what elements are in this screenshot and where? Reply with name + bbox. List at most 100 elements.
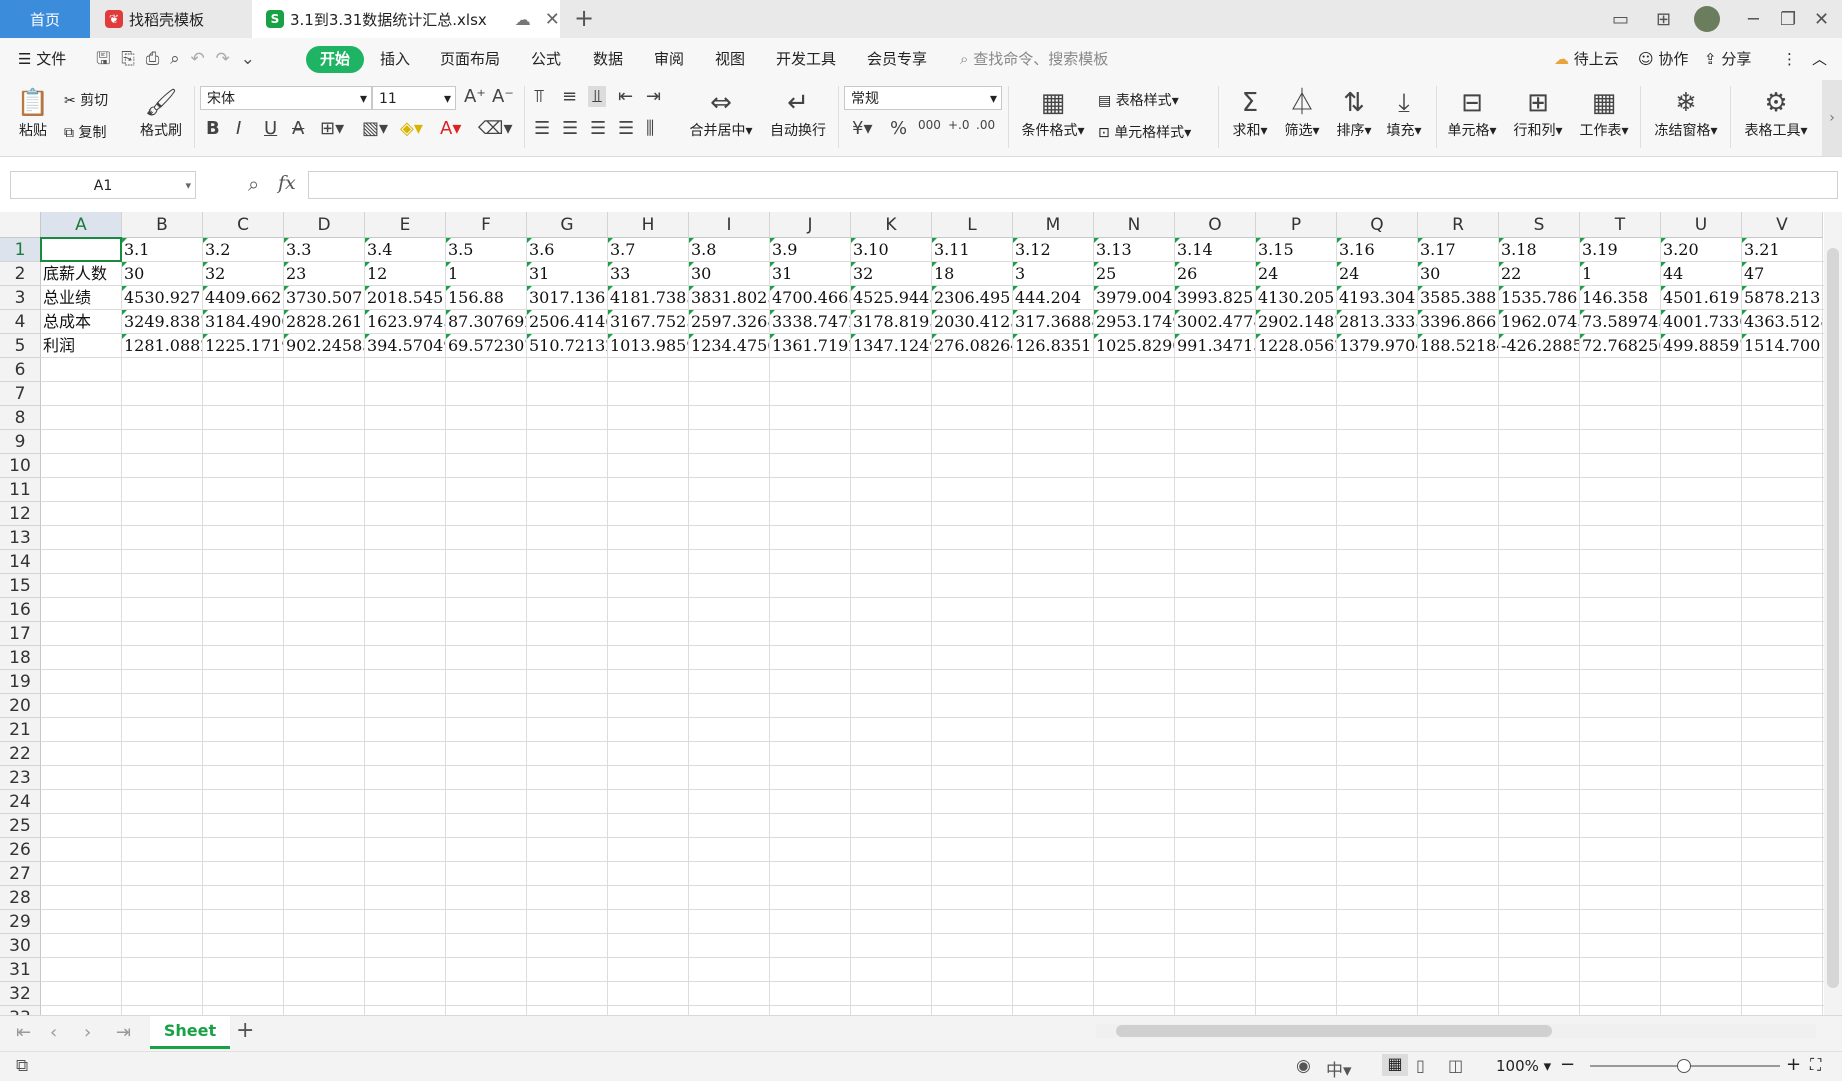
fill-color-icon[interactable]: ◈▾ — [400, 118, 423, 139]
table-cell[interactable]: 2813.3335 — [1337, 310, 1417, 334]
table-cell[interactable]: 44 — [1661, 262, 1741, 286]
row-header[interactable]: 3 — [0, 286, 41, 310]
align-center-icon[interactable]: ☰ — [562, 118, 578, 139]
close-tab-icon[interactable]: ✕ — [545, 9, 560, 30]
prev-sheet-icon[interactable]: ‹ — [50, 1022, 57, 1043]
formula-input[interactable] — [308, 171, 1838, 199]
font-name-select[interactable]: 宋体 ▾ — [200, 86, 372, 110]
table-cell[interactable]: 5878.213 — [1742, 286, 1822, 310]
table-cell[interactable]: 510.72132 — [527, 334, 607, 358]
cell-style-button[interactable]: ⊡ 单元格样式▾ — [1098, 122, 1191, 142]
table-cell[interactable]: 1025.8290 — [1094, 334, 1174, 358]
column-header[interactable]: V — [1742, 212, 1823, 238]
cell-button[interactable]: ⊟ 单元格▾ — [1442, 86, 1502, 140]
table-cell[interactable]: 总成本 — [41, 310, 121, 334]
menu-item-view[interactable]: 视图 — [715, 38, 745, 80]
freeze-panes-button[interactable]: ❄ 冻结窗格▾ — [1648, 86, 1724, 140]
table-cell[interactable]: 3.20 — [1661, 238, 1741, 262]
zoom-in-icon[interactable]: + — [1786, 1054, 1801, 1075]
zoom-formula-icon[interactable]: ⌕ — [248, 172, 259, 196]
table-cell[interactable]: 146.358 — [1580, 286, 1660, 310]
row-header[interactable]: 1 — [0, 238, 41, 262]
table-cell[interactable]: 3167.7525 — [608, 310, 688, 334]
row-header[interactable]: 28 — [0, 886, 41, 910]
customize-chevron-icon[interactable]: ⌄ — [241, 49, 255, 69]
column-header[interactable]: K — [851, 212, 932, 238]
row-col-button[interactable]: ⊞ 行和列▾ — [1508, 86, 1568, 140]
table-cell[interactable]: 126.83511 — [1013, 334, 1093, 358]
column-header[interactable]: O — [1175, 212, 1256, 238]
table-cell[interactable]: 188.52184 — [1418, 334, 1498, 358]
table-cell[interactable]: 3.18 — [1499, 238, 1579, 262]
tab-template[interactable]: ❦ 找稻壳模板 — [91, 0, 251, 38]
sheet-tab-active[interactable]: Sheet — [150, 1016, 230, 1049]
clear-format-icon[interactable]: ⌫▾ — [478, 118, 513, 139]
table-cell[interactable]: 24 — [1256, 262, 1336, 286]
table-cell[interactable]: 3 — [1013, 262, 1093, 286]
table-cell[interactable]: 1013.9859 — [608, 334, 688, 358]
decrease-decimal-icon[interactable]: .00 — [976, 118, 995, 132]
table-cell[interactable]: 31 — [770, 262, 850, 286]
bold-icon[interactable]: B — [206, 118, 220, 139]
border-icon[interactable]: ⊞▾ — [320, 118, 344, 139]
table-cell[interactable]: 3993.825 — [1175, 286, 1255, 310]
table-cell[interactable]: 24 — [1337, 262, 1417, 286]
column-header[interactable]: U — [1661, 212, 1742, 238]
column-header[interactable]: Q — [1337, 212, 1418, 238]
column-header[interactable]: R — [1418, 212, 1499, 238]
filter-button[interactable]: ⏃ 筛选▾ — [1278, 86, 1326, 140]
conditional-format-button[interactable]: ▦ 条件格式▾ — [1016, 86, 1090, 140]
table-cell[interactable]: 1281.0882 — [122, 334, 202, 358]
table-cell[interactable]: 3.10 — [851, 238, 931, 262]
row-header[interactable]: 5 — [0, 334, 41, 358]
next-sheet-icon[interactable]: › — [84, 1022, 91, 1043]
table-cell[interactable]: 4363.5128 — [1742, 310, 1822, 334]
table-cell[interactable]: 3.1 — [122, 238, 202, 262]
table-cell[interactable]: 3.9 — [770, 238, 850, 262]
layout-icon[interactable]: ▭ — [1612, 0, 1629, 38]
add-sheet-icon[interactable]: + — [236, 1018, 254, 1043]
increase-decimal-icon[interactable]: +.0 — [948, 118, 970, 132]
table-tools-button[interactable]: ⚙ 表格工具▾ — [1738, 86, 1814, 140]
table-style-button[interactable]: ▤ 表格样式▾ — [1098, 90, 1179, 110]
table-cell[interactable]: 3730.507 — [284, 286, 364, 310]
table-cell[interactable]: 12 — [365, 262, 445, 286]
row-header[interactable]: 33 — [0, 1006, 41, 1015]
decrease-font-icon[interactable]: A⁻ — [492, 86, 514, 107]
table-cell[interactable]: 4409.662 — [203, 286, 283, 310]
row-header[interactable]: 27 — [0, 862, 41, 886]
minimize-icon[interactable]: ─ — [1748, 0, 1759, 38]
table-cell[interactable]: 22 — [1499, 262, 1579, 286]
sort-button[interactable]: ⇅ 排序▾ — [1330, 86, 1378, 140]
table-cell[interactable]: 1379.9704 — [1337, 334, 1417, 358]
table-cell[interactable]: 25 — [1094, 262, 1174, 286]
first-sheet-icon[interactable]: ⇤ — [16, 1022, 31, 1043]
currency-icon[interactable]: ¥▾ — [852, 118, 873, 139]
row-header[interactable]: 12 — [0, 502, 41, 526]
table-cell[interactable]: 2306.495 — [932, 286, 1012, 310]
column-header[interactable]: P — [1256, 212, 1337, 238]
table-cell[interactable]: 32 — [851, 262, 931, 286]
number-format-select[interactable]: 常规 ▾ — [844, 86, 1002, 110]
zoom-slider-thumb[interactable] — [1677, 1059, 1691, 1073]
tab-file[interactable]: S 3.1到3.31数据统计汇总.xlsx ☁ ✕ — [252, 0, 560, 38]
table-cell[interactable]: 30 — [122, 262, 202, 286]
column-header[interactable]: C — [203, 212, 284, 238]
table-cell[interactable]: 4193.304 — [1337, 286, 1417, 310]
font-size-select[interactable]: 11 ▾ — [372, 86, 456, 110]
row-header[interactable]: 9 — [0, 430, 41, 454]
ribbon-scroll-right-icon[interactable]: › — [1822, 80, 1842, 156]
column-header[interactable]: S — [1499, 212, 1580, 238]
align-left-icon[interactable]: ☰ — [534, 118, 550, 139]
table-cell[interactable]: 317.36888 — [1013, 310, 1093, 334]
row-header[interactable]: 8 — [0, 406, 41, 430]
menu-item-review[interactable]: 审阅 — [654, 38, 684, 80]
tab-home[interactable]: 首页 — [0, 0, 90, 38]
collab-button[interactable]: ☺ 协作 — [1638, 38, 1688, 80]
table-cell[interactable]: 73.589743 — [1580, 310, 1660, 334]
menu-item-data[interactable]: 数据 — [593, 38, 623, 80]
sum-button[interactable]: Σ 求和▾ — [1226, 86, 1274, 140]
name-box[interactable]: A1 ▾ — [10, 171, 196, 199]
table-cell[interactable]: 3002.4778 — [1175, 310, 1255, 334]
table-cell[interactable]: 2506.4146 — [527, 310, 607, 334]
